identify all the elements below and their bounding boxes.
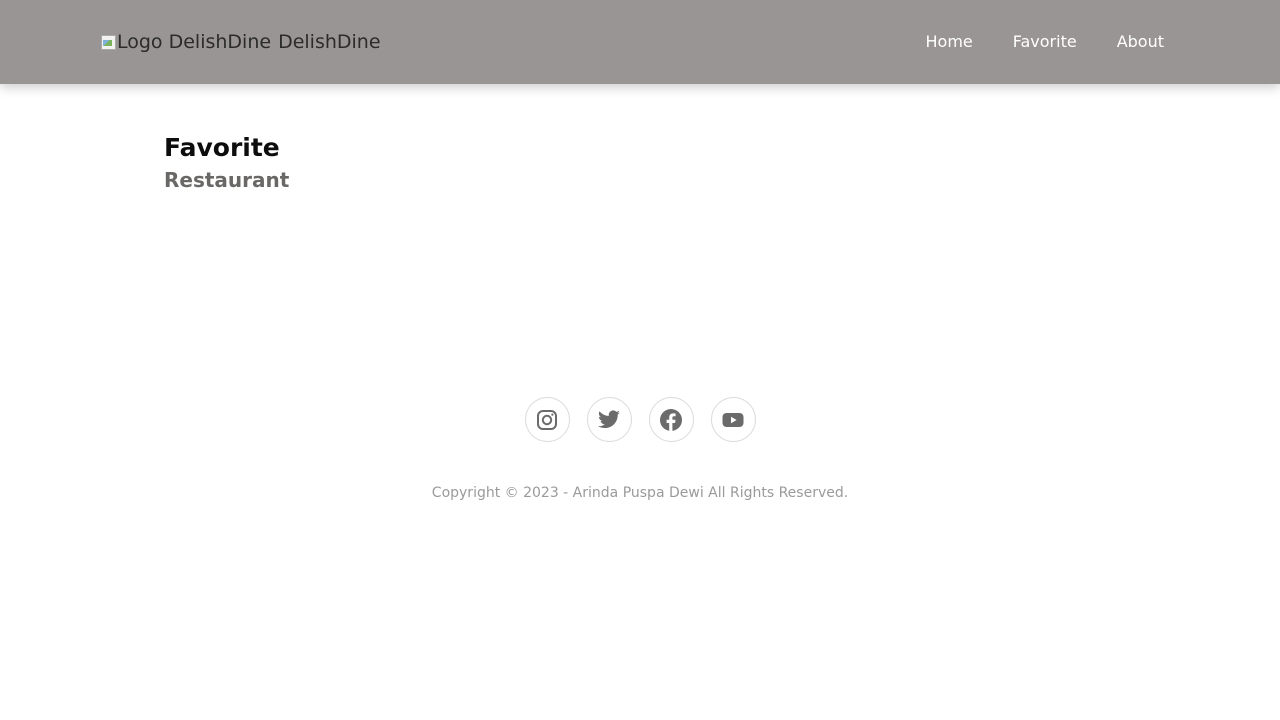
facebook-icon [660, 408, 682, 431]
page-title: Favorite [164, 133, 280, 162]
broken-image-icon [100, 34, 116, 50]
brand-name: DelishDine [278, 31, 381, 53]
nav-link-favorite[interactable]: Favorite [1013, 30, 1077, 54]
social-links [0, 397, 1280, 442]
twitter-link[interactable] [586, 397, 632, 442]
section-subtitle: Restaurant [164, 168, 290, 192]
youtube-link[interactable] [710, 397, 756, 442]
instagram-link[interactable] [524, 397, 570, 442]
instagram-icon [537, 409, 557, 430]
copyright-text: Copyright © 2023 - Arinda Puspa Dewi All… [431, 485, 849, 501]
youtube-icon [722, 412, 744, 427]
nav-link-home[interactable]: Home [926, 30, 973, 54]
footer: Copyright © 2023 - Arinda Puspa Dewi All… [0, 397, 1280, 503]
main-nav: Home Favorite About [926, 30, 1165, 54]
app-bar: Logo DelishDine DelishDine Home Favorite… [0, 0, 1280, 84]
brand-logo-link[interactable]: Logo DelishDine DelishDine [100, 30, 381, 54]
twitter-icon [598, 409, 620, 428]
nav-link-about[interactable]: About [1117, 30, 1164, 54]
facebook-link[interactable] [648, 397, 694, 442]
main-content: Favorite Restaurant [164, 132, 289, 194]
logo-alt-text: Logo DelishDine [117, 31, 272, 53]
